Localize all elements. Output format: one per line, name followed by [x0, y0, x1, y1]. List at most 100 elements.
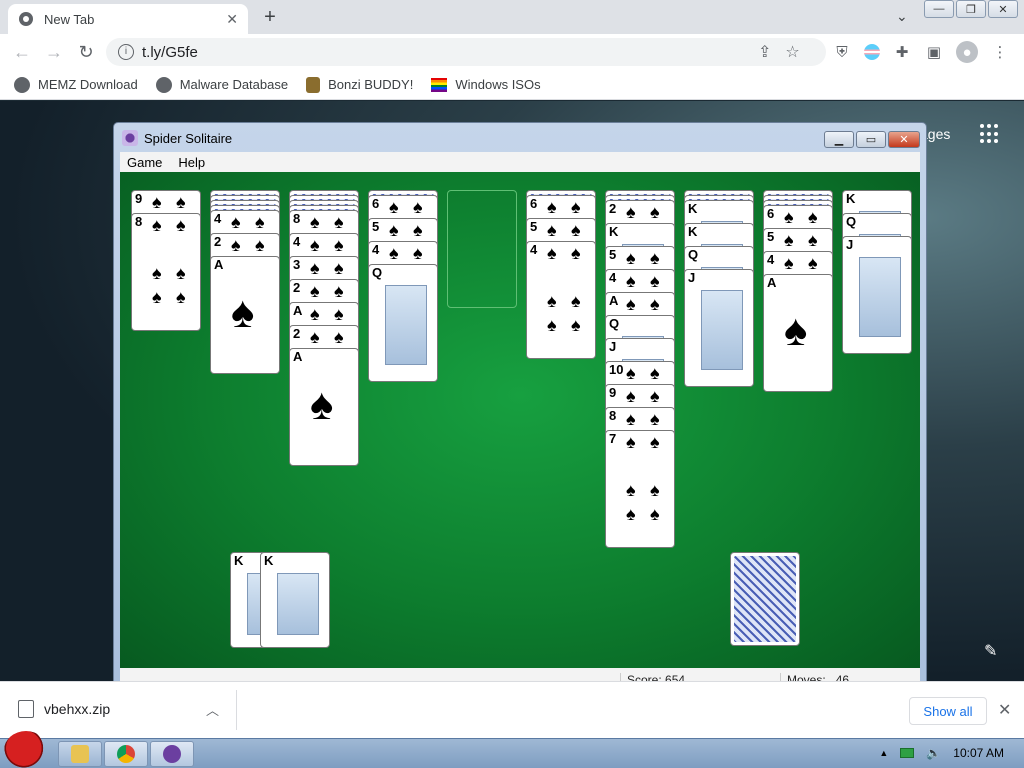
- game-table[interactable]: 9 ♠ ♠ 8 ♠ ♠ ♠ ♠ ♠ ♠ 4 ♠ ♠ 2 ♠ ♠ A ♠ 8 ♠ ♠ 4 ♠ ♠ 3 ♠ ♠ 2 ♠ ♠ A ♠ ♠ 2 ♠ ♠ A ♠ 6 ♠…: [120, 172, 920, 668]
- spade-icon: ♠: [176, 287, 186, 307]
- bookmark-windows-isos[interactable]: Windows ISOs: [431, 77, 541, 92]
- card-rank: 5: [767, 229, 775, 244]
- site-info-icon[interactable]: i: [118, 44, 134, 60]
- download-shelf: vbehxx.zip ︿ Show all ✕: [0, 681, 1024, 738]
- clock[interactable]: 10:07 AM: [953, 746, 1004, 760]
- bookmark-star-icon[interactable]: ☆: [785, 42, 799, 62]
- spade-icon: ♠: [650, 202, 660, 222]
- spade-card[interactable]: A ♠: [289, 348, 359, 466]
- card-rank: 9: [609, 385, 617, 400]
- chrome-icon: [117, 745, 135, 763]
- trans-flag-extension-icon[interactable]: [864, 44, 880, 60]
- card-rank: 4: [767, 252, 775, 267]
- globe-icon: [155, 76, 172, 93]
- spade-icon: ♠: [626, 363, 636, 383]
- close-download-shelf-icon[interactable]: ✕: [998, 700, 1011, 720]
- start-angry-bird-icon[interactable]: [4, 731, 48, 768]
- tab-new-tab[interactable]: New Tab ✕: [8, 4, 248, 34]
- spade-icon: ♠: [784, 253, 794, 273]
- menu-help[interactable]: Help: [178, 155, 205, 170]
- card-rank: K: [234, 553, 244, 568]
- spade-card[interactable]: A ♠: [210, 256, 280, 374]
- spade-icon: ♠: [626, 271, 636, 291]
- ublock-icon[interactable]: ⛨: [832, 42, 852, 62]
- close-button[interactable]: ✕: [888, 131, 920, 148]
- spade-card[interactable]: 7 ♠ ♠ ♠ ♠ ♠ ♠: [605, 430, 675, 548]
- bookmark-bonzi-buddy[interactable]: Bonzi BUDDY!: [306, 76, 414, 93]
- stock-pile[interactable]: [730, 552, 800, 646]
- address-bar[interactable]: i t.ly/G5fe: [106, 38, 826, 66]
- show-all-button[interactable]: Show all: [909, 697, 987, 725]
- kebab-menu-icon[interactable]: ⋮: [990, 42, 1010, 62]
- card-rank: J: [609, 339, 617, 354]
- card-rank: Q: [846, 214, 857, 229]
- reload-icon[interactable]: ↻: [70, 42, 102, 63]
- tray-expand-icon[interactable]: ▲: [879, 748, 888, 758]
- spade-icon: ♠: [650, 432, 660, 452]
- menu-game[interactable]: Game: [127, 155, 162, 170]
- card-rank: 4: [372, 242, 380, 257]
- card-rank: J: [688, 270, 696, 285]
- card-rank: K: [688, 224, 698, 239]
- customize-pencil-icon[interactable]: ✎: [984, 641, 997, 661]
- spade-icon: ♠: [626, 386, 636, 406]
- google-apps-icon[interactable]: [980, 124, 1000, 144]
- spade-icon: ♠: [784, 207, 794, 227]
- forward-arrow-icon[interactable]: →: [38, 42, 70, 63]
- spade-icon: ♠: [334, 258, 344, 278]
- spade-icon: ♠: [650, 294, 660, 314]
- minimize-button[interactable]: ▁: [824, 131, 854, 148]
- spade-card[interactable]: J: [842, 236, 912, 354]
- extensions-puzzle-icon[interactable]: ✚: [892, 42, 912, 62]
- restore-button[interactable]: ❐: [956, 0, 986, 18]
- tab-title: New Tab: [44, 11, 95, 27]
- download-item[interactable]: vbehxx.zip: [18, 700, 110, 718]
- card-rank: 2: [609, 201, 617, 216]
- system-tray: ▲ 🔈 10:07 AM: [879, 746, 1004, 760]
- bookmark-label: Bonzi BUDDY!: [328, 77, 414, 92]
- folder-icon: [71, 745, 89, 763]
- taskbar-chrome[interactable]: [104, 741, 148, 767]
- spade-icon: ♠: [334, 235, 344, 255]
- close-button[interactable]: ✕: [988, 0, 1018, 18]
- spade-card[interactable]: J: [684, 269, 754, 387]
- download-filename: vbehxx.zip: [44, 701, 111, 717]
- spade-icon: ♠: [310, 235, 320, 255]
- card-rank: 6: [372, 196, 380, 211]
- spade-card[interactable]: 8 ♠ ♠ ♠ ♠ ♠ ♠: [131, 213, 201, 331]
- maximize-button[interactable]: ▭: [856, 131, 886, 148]
- windows-taskbar: ▲ 🔈 10:07 AM: [0, 731, 1024, 768]
- chevron-up-icon[interactable]: ︿: [206, 700, 219, 719]
- spade-card[interactable]: 4 ♠ ♠ ♠ ♠ ♠ ♠: [526, 241, 596, 359]
- tab-search-chevron-icon[interactable]: ⌄: [896, 8, 908, 25]
- spade-icon: ♠: [334, 304, 344, 324]
- battery-icon[interactable]: [900, 748, 915, 758]
- volume-icon[interactable]: 🔈: [926, 746, 941, 760]
- minimize-button[interactable]: —: [924, 0, 954, 18]
- spade-icon: ♠: [808, 230, 818, 250]
- side-panel-icon[interactable]: ▣: [924, 42, 944, 62]
- window-controls: — ❐ ✕: [924, 0, 1018, 18]
- bookmarks-bar: MEMZ Download Malware Database Bonzi BUD…: [0, 70, 1024, 100]
- share-icon[interactable]: ⇪: [758, 42, 771, 62]
- bookmark-memz-download[interactable]: MEMZ Download: [14, 76, 138, 93]
- spade-icon: ♠: [389, 220, 399, 240]
- new-tab-button[interactable]: +: [260, 6, 280, 29]
- spade-card[interactable]: A ♠: [763, 274, 833, 392]
- bookmark-label: MEMZ Download: [38, 77, 138, 92]
- card-rank: 5: [372, 219, 380, 234]
- bookmark-malware-database[interactable]: Malware Database: [155, 76, 288, 93]
- spade-card[interactable]: Q: [368, 264, 438, 382]
- tab-close-icon[interactable]: ✕: [226, 11, 238, 28]
- empty-column-slot[interactable]: [447, 190, 517, 308]
- card-rank: A: [293, 349, 303, 364]
- spider-solitaire-window: Spider Solitaire ▁ ▭ ✕ Game Help 9 ♠ ♠ 8 ♠ ♠ ♠…: [113, 122, 927, 697]
- taskbar-spider-solitaire[interactable]: [150, 741, 194, 767]
- omnibox-actions: ⇪ ☆: [758, 38, 800, 66]
- menu-bar: Game Help: [120, 152, 920, 172]
- profile-avatar-icon[interactable]: ●: [956, 41, 978, 63]
- taskbar-explorer[interactable]: [58, 741, 102, 767]
- back-arrow-icon[interactable]: ←: [6, 42, 38, 63]
- spade-icon: ♠: [231, 235, 241, 255]
- spade-icon: ♠: [255, 212, 265, 232]
